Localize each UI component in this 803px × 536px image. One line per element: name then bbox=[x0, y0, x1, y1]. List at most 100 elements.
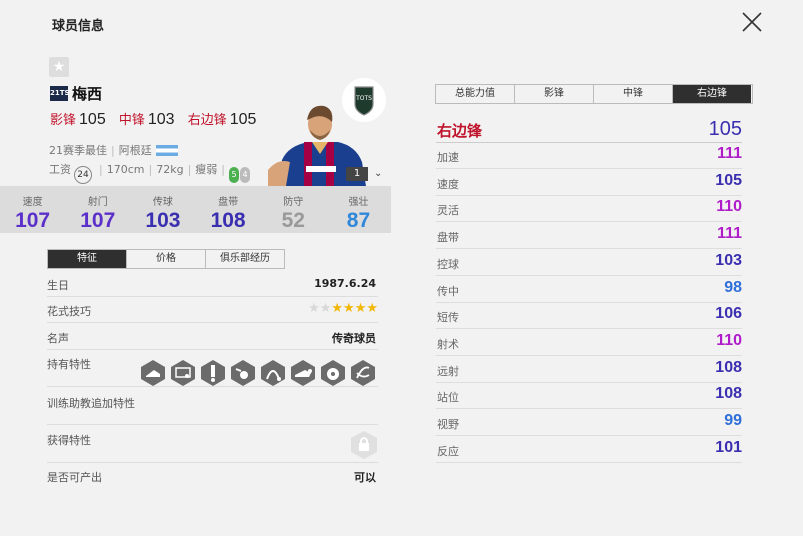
page-title: 球员信息 bbox=[52, 19, 105, 34]
tab-shadow-striker[interactable]: 影锋 bbox=[515, 85, 594, 103]
wage-badge: 24 bbox=[74, 166, 92, 184]
tab-right-wing[interactable]: 右边锋 bbox=[673, 85, 751, 103]
stat-label: 射门 bbox=[87, 197, 108, 208]
skill-star-icon: ★ bbox=[308, 301, 320, 316]
attribute-row: 短传 106 bbox=[436, 302, 742, 330]
stat-value: 108 bbox=[210, 209, 246, 232]
trait-power-icon[interactable] bbox=[199, 359, 227, 387]
fame-value: 传奇球员 bbox=[332, 332, 376, 345]
coach-traits-row: 训练助教追加特性 bbox=[47, 395, 378, 425]
stat-value: 107 bbox=[15, 209, 51, 232]
favorite-star-icon[interactable]: ★ bbox=[49, 57, 69, 77]
coach-traits-label: 训练助教追加特性 bbox=[47, 397, 135, 410]
position-value: 105 bbox=[229, 111, 257, 128]
skill-star-icon: ★ bbox=[343, 301, 355, 316]
tab-overall[interactable]: 总能力值 bbox=[436, 85, 515, 103]
trait-chip-shot-icon[interactable] bbox=[259, 359, 287, 387]
attribute-row: 反应 101 bbox=[436, 436, 742, 463]
stat-item: 防守 52 bbox=[261, 186, 326, 233]
trait-finesse-icon[interactable] bbox=[289, 359, 317, 387]
attribute-value: 111 bbox=[717, 145, 742, 162]
attribute-row: 控球 103 bbox=[436, 249, 742, 276]
stat-value: 103 bbox=[145, 209, 181, 232]
attribute-row: 加速 111 bbox=[436, 142, 742, 169]
position-rating-value: 105 bbox=[708, 118, 742, 140]
producible-value: 可以 bbox=[354, 471, 376, 484]
stat-label: 防守 bbox=[283, 197, 304, 208]
acquired-traits-label: 获得特性 bbox=[47, 434, 91, 447]
argentina-flag-icon bbox=[155, 145, 178, 156]
stat-label: 盘带 bbox=[218, 197, 239, 208]
stat-item: 强壮 87 bbox=[326, 186, 391, 233]
nation: 阿根廷 bbox=[118, 144, 152, 157]
stat-item: 射门 107 bbox=[65, 186, 130, 233]
attribute-value: 98 bbox=[724, 278, 742, 296]
attribute-label: 盘带 bbox=[437, 231, 459, 245]
position-value: 103 bbox=[147, 111, 175, 128]
stat-value: 87 bbox=[346, 209, 371, 232]
chevron-down-icon[interactable]: ⌄ bbox=[374, 168, 382, 179]
position-ratings: 影锋 105 中锋 103 右边锋 105 bbox=[50, 109, 265, 129]
birthday-row: 生日 1987.6.24 bbox=[47, 277, 378, 297]
attribute-value: 108 bbox=[715, 358, 742, 376]
attribute-label: 射术 bbox=[437, 337, 459, 351]
skill-star-icon: ★ bbox=[354, 301, 367, 316]
tab-striker[interactable]: 中锋 bbox=[594, 85, 673, 103]
position-label: 中锋 bbox=[118, 113, 145, 128]
position-label: 右边锋 bbox=[187, 113, 227, 128]
stat-item: 盘带 108 bbox=[196, 186, 261, 233]
attribute-label: 反应 bbox=[437, 444, 459, 458]
attribute-label: 传中 bbox=[437, 284, 459, 298]
info-tabs: 特征 价格 俱乐部经历 bbox=[47, 249, 285, 269]
card-tag: TOTS bbox=[355, 95, 372, 102]
position-value: 105 bbox=[79, 111, 106, 128]
birthday-value: 1987.6.24 bbox=[314, 277, 376, 290]
attribute-row: 传中 98 bbox=[436, 276, 742, 303]
trait-ball-icon[interactable] bbox=[319, 359, 347, 387]
main-stats-band: 速度 107 射门 107 传球 103 盘带 108 防守 52 强壮 87 bbox=[0, 186, 391, 233]
season-badge: 21TS bbox=[50, 86, 70, 101]
attribute-value: 99 bbox=[724, 412, 742, 429]
attribute-value: 110 bbox=[716, 198, 742, 216]
tab-traits[interactable]: 特征 bbox=[48, 250, 127, 268]
attribute-row: 视野 99 bbox=[436, 409, 742, 436]
traits-label: 持有特性 bbox=[47, 358, 91, 371]
season-nation-line: 21赛季最佳 | 阿根廷 bbox=[49, 142, 178, 158]
skill-star-icon: ★ bbox=[331, 301, 344, 316]
attribute-label: 加速 bbox=[437, 151, 459, 164]
attribute-value: 108 bbox=[715, 385, 742, 403]
level-badge[interactable]: 1 bbox=[346, 167, 368, 181]
attribute-label: 视野 bbox=[437, 418, 459, 431]
attribute-row: 盘带 111 bbox=[436, 222, 742, 250]
trait-boot-icon[interactable] bbox=[139, 359, 167, 387]
lock-icon bbox=[351, 431, 377, 459]
trait-link-icon[interactable] bbox=[349, 359, 377, 387]
attribute-value: 105 bbox=[715, 171, 742, 189]
close-icon[interactable] bbox=[738, 8, 766, 36]
tab-club-history[interactable]: 俱乐部经历 bbox=[206, 250, 284, 268]
skill-moves-label: 花式技巧 bbox=[47, 305, 91, 318]
fame-label: 名声 bbox=[47, 332, 69, 345]
fame-row: 名声 传奇球员 bbox=[47, 330, 378, 350]
attribute-value: 103 bbox=[715, 251, 742, 269]
attribute-label: 短传 bbox=[437, 311, 459, 325]
skill-star-icon: ★ bbox=[319, 301, 332, 316]
attribute-label: 灵活 bbox=[437, 204, 459, 218]
attribute-row: 远射 108 bbox=[436, 356, 742, 383]
height: 170cm bbox=[106, 163, 145, 176]
attribute-row: 射术 110 bbox=[436, 329, 742, 356]
stat-value: 52 bbox=[281, 209, 305, 232]
tab-price[interactable]: 价格 bbox=[127, 250, 206, 268]
producible-label: 是否可产出 bbox=[47, 471, 102, 484]
attribute-value: 110 bbox=[716, 331, 742, 349]
traits-row: 持有特性 bbox=[47, 356, 378, 387]
attribute-label: 站位 bbox=[437, 391, 459, 405]
position-tabs: 总能力值 影锋 中锋 右边锋 bbox=[435, 84, 753, 104]
attribute-label: 控球 bbox=[437, 257, 459, 271]
trait-dribble-icon[interactable] bbox=[229, 359, 257, 387]
position-label: 影锋 bbox=[50, 113, 77, 128]
trait-goal-icon[interactable] bbox=[169, 359, 197, 387]
stat-item: 速度 107 bbox=[0, 186, 65, 233]
attribute-row: 站位 108 bbox=[436, 382, 742, 410]
stat-value: 107 bbox=[80, 209, 116, 232]
